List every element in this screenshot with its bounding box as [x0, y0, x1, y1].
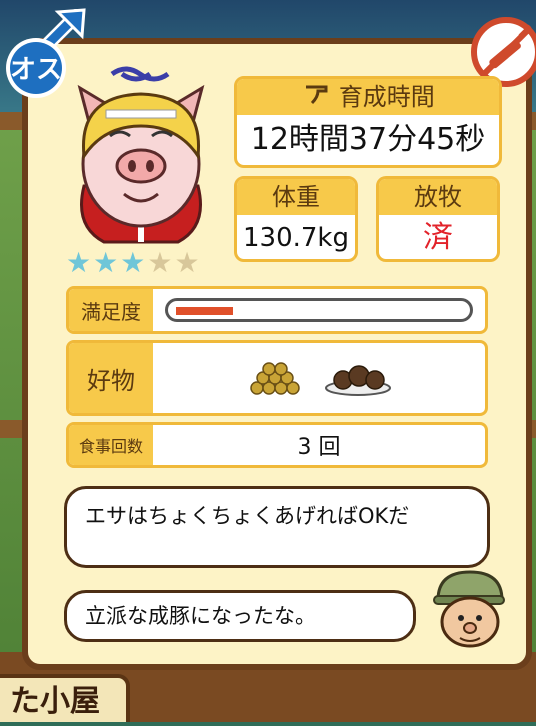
- rating-stars: ★ ★ ★ ★ ★: [66, 248, 218, 278]
- hut-sign: た小屋: [0, 674, 130, 722]
- grazing-value: 済: [423, 220, 453, 255]
- star-filled-icon: ★: [93, 246, 119, 279]
- grazing-box: 放牧 済: [376, 176, 500, 262]
- grow-time-box: 育成時間 12時間37分45秒: [234, 76, 502, 168]
- star-empty-icon: ★: [147, 246, 173, 279]
- star-filled-icon: ★: [120, 246, 146, 279]
- meal-count-label: 食事回数: [69, 425, 153, 465]
- star-empty-icon: ★: [174, 246, 200, 279]
- star-filled-icon: ★: [66, 246, 92, 279]
- chocolate-balls-icon: [325, 365, 391, 396]
- weight-value: 130.7kg: [243, 223, 349, 253]
- gender-label: オス: [10, 55, 62, 85]
- soybeans-icon: [250, 362, 300, 395]
- pig-avatar: [77, 66, 205, 244]
- farmer-avatar: [433, 570, 505, 648]
- dialog-bubble-2[interactable]: 立派な成豚になったな。: [64, 590, 416, 642]
- satisfaction-label: 満足度: [69, 289, 153, 331]
- favorite-food-label: 好物: [69, 343, 153, 413]
- weight-label: 体重: [237, 179, 355, 215]
- meal-count-row: 食事回数 3 回: [66, 422, 488, 468]
- satisfaction-bar: [165, 298, 473, 322]
- meal-count-value: 3 回: [297, 435, 341, 460]
- grow-time-value: 12時間37分45秒: [250, 122, 486, 157]
- weight-box: 体重 130.7kg: [234, 176, 358, 262]
- grow-time-header: 育成時間: [237, 79, 499, 115]
- grow-time-icon: [301, 79, 331, 115]
- favorite-food-row: 好物: [66, 340, 488, 416]
- grazing-label: 放牧: [379, 179, 497, 215]
- grow-time-label: 育成時間: [338, 83, 435, 111]
- dialog-bubble-1[interactable]: エサはちょくちょくあげればOKだ: [64, 486, 490, 568]
- satisfaction-row: 満足度: [66, 286, 488, 334]
- satisfaction-bar-fill: [176, 307, 233, 315]
